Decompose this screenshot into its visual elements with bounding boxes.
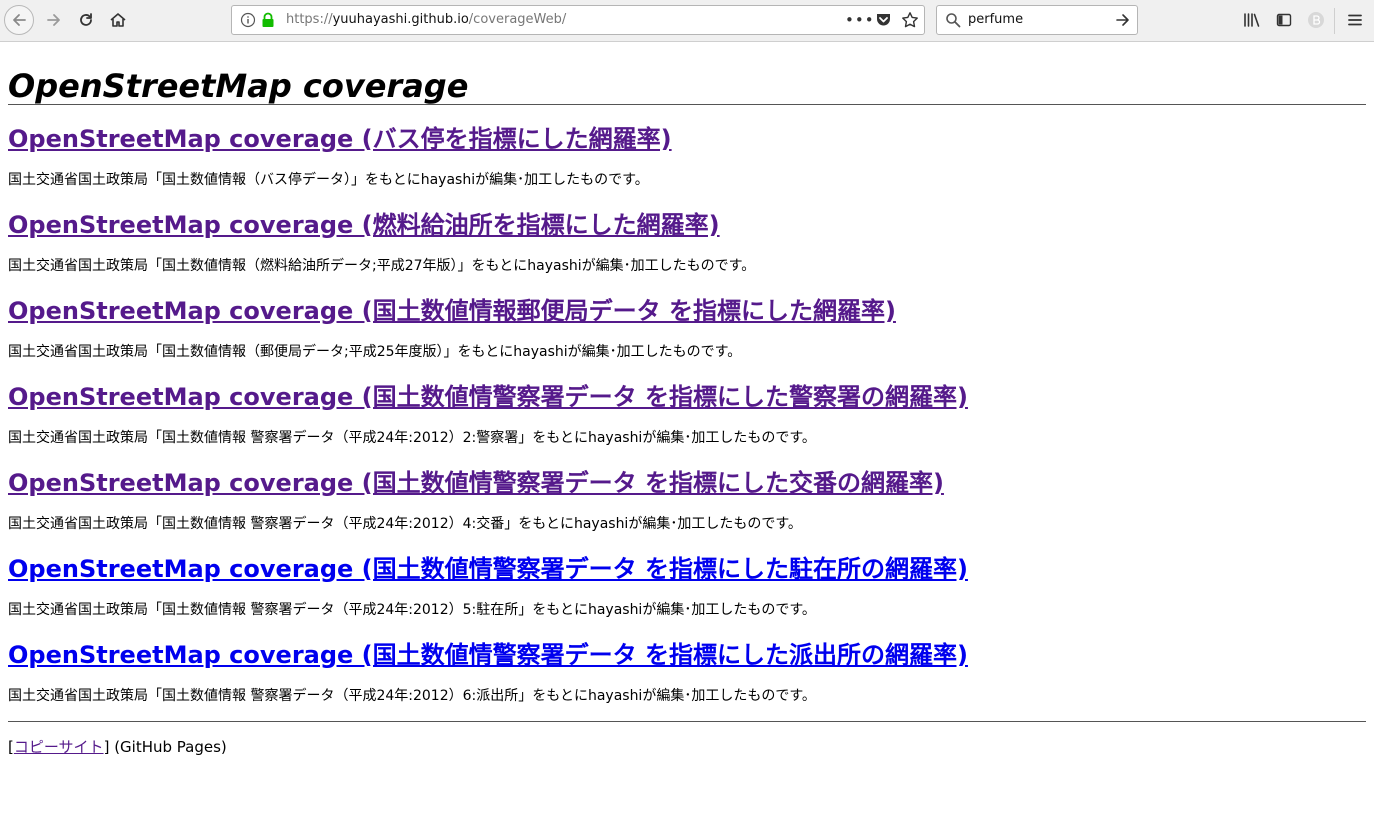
coverage-link[interactable]: OpenStreetMap coverage (国土数値情警察署データ を指標に… — [8, 383, 968, 411]
coverage-heading: OpenStreetMap coverage (国土数値情警察署データ を指標に… — [8, 641, 1366, 669]
back-button[interactable] — [4, 5, 34, 35]
account-icon — [1308, 12, 1324, 28]
url-scheme: https:// — [286, 12, 333, 27]
coverage-section: OpenStreetMap coverage (バス停を指標にした網羅率) 国土交… — [8, 125, 1366, 189]
coverage-section: OpenStreetMap coverage (国土数値情警察署データ を指標に… — [8, 555, 1366, 619]
url-host: yuuhayashi.github.io — [332, 12, 469, 27]
coverage-description: 国土交通省国土政策局「国土数値情報 警察署データ（平成24年:2012）5:駐在… — [8, 602, 816, 618]
arrow-right-icon — [47, 14, 60, 26]
coverage-section: OpenStreetMap coverage (国土数値情警察署データ を指標に… — [8, 641, 1366, 705]
coverage-heading: OpenStreetMap coverage (燃料給油所を指標にした網羅率) — [8, 211, 1366, 239]
url-text[interactable]: https://yuuhayashi.github.io/coverageWeb… — [286, 12, 566, 28]
coverage-link[interactable]: OpenStreetMap coverage (燃料給油所を指標にした網羅率) — [8, 211, 720, 239]
coverage-heading: OpenStreetMap coverage (国土数値情報郵便局データ を指標… — [8, 297, 1366, 325]
coverage-description: 国土交通省国土政策局「国土数値情報（郵便局データ;平成25年度版）」をもとにha… — [8, 344, 742, 360]
coverage-heading: OpenStreetMap coverage (国土数値情警察署データ を指標に… — [8, 469, 1366, 497]
bookmark-star-icon[interactable] — [901, 11, 919, 29]
coverage-link[interactable]: OpenStreetMap coverage (バス停を指標にした網羅率) — [8, 125, 672, 153]
coverage-heading: OpenStreetMap coverage (国土数値情警察署データ を指標に… — [8, 383, 1366, 411]
forward-button[interactable] — [40, 6, 68, 34]
hamburger-menu-icon — [1348, 14, 1362, 26]
browser-toolbar: https://yuuhayashi.github.io/coverageWeb… — [0, 0, 1374, 42]
library-icon — [1244, 13, 1260, 27]
lock-icon[interactable] — [261, 12, 275, 28]
sidebar-icon — [1276, 13, 1292, 27]
arrow-right-icon[interactable] — [1115, 12, 1131, 28]
url-path: /coverageWeb/ — [468, 12, 567, 27]
account-button[interactable] — [1302, 6, 1330, 34]
search-input[interactable]: perfume — [968, 12, 1023, 28]
coverage-section: OpenStreetMap coverage (国土数値情警察署データ を指標に… — [8, 383, 1366, 447]
arrow-left-icon — [13, 14, 26, 26]
reload-button[interactable] — [72, 6, 100, 34]
coverage-description: 国土交通省国土政策局「国土数値情報 警察署データ（平成24年:2012）2:警察… — [8, 430, 816, 446]
coverage-link[interactable]: OpenStreetMap coverage (国土数値情警察署データ を指標に… — [8, 469, 944, 497]
coverage-description: 国土交通省国土政策局「国土数値情報 警察署データ（平成24年:2012）6:派出… — [8, 688, 816, 704]
toolbar-separator — [1334, 8, 1335, 34]
page-title: OpenStreetMap coverage — [8, 67, 469, 105]
coverage-link[interactable]: OpenStreetMap coverage (国土数値情警察署データ を指標に… — [8, 641, 968, 669]
search-icon — [946, 13, 961, 28]
coverage-list: OpenStreetMap coverage (バス停を指標にした網羅率) 国土交… — [8, 125, 1366, 705]
menu-button[interactable] — [1341, 6, 1369, 34]
coverage-description: 国土交通省国土政策局「国土数値情報（燃料給油所データ;平成27年版）」をもとにh… — [8, 258, 756, 274]
page-content: OpenStreetMap coverage OpenStreetMap cov… — [8, 42, 1366, 756]
coverage-section: OpenStreetMap coverage (国土数値情報郵便局データ を指標… — [8, 297, 1366, 361]
home-icon — [110, 13, 126, 27]
info-icon[interactable] — [240, 12, 256, 28]
coverage-heading: OpenStreetMap coverage (バス停を指標にした網羅率) — [8, 125, 1366, 153]
home-button[interactable] — [104, 6, 132, 34]
coverage-description: 国土交通省国土政策局「国土数値情報（バス停データ）」をもとにhayashiが編集… — [8, 172, 649, 188]
sidebar-button[interactable] — [1270, 6, 1298, 34]
copy-site-link[interactable]: コピーサイト — [14, 738, 104, 756]
coverage-link[interactable]: OpenStreetMap coverage (国土数値情報郵便局データ を指標… — [8, 297, 896, 325]
coverage-section: OpenStreetMap coverage (燃料給油所を指標にした網羅率) 国… — [8, 211, 1366, 275]
page-actions-button[interactable]: ••• — [845, 11, 875, 29]
pocket-icon[interactable] — [875, 12, 892, 28]
coverage-link[interactable]: OpenStreetMap coverage (国土数値情警察署データ を指標に… — [8, 555, 968, 583]
coverage-description: 国土交通省国土政策局「国土数値情報 警察署データ（平成24年:2012）4:交番… — [8, 516, 802, 532]
divider — [8, 721, 1366, 722]
url-bar[interactable]: https://yuuhayashi.github.io/coverageWeb… — [231, 5, 925, 35]
reload-icon — [80, 13, 92, 26]
coverage-section: OpenStreetMap coverage (国土数値情警察署データ を指標に… — [8, 469, 1366, 533]
footer-suffix: (GitHub Pages) — [109, 738, 227, 756]
search-bar[interactable]: perfume — [936, 5, 1138, 35]
library-button[interactable] — [1238, 6, 1266, 34]
coverage-heading: OpenStreetMap coverage (国土数値情警察署データ を指標に… — [8, 555, 1366, 583]
footer: [コピーサイト] (GitHub Pages) — [8, 738, 1366, 756]
